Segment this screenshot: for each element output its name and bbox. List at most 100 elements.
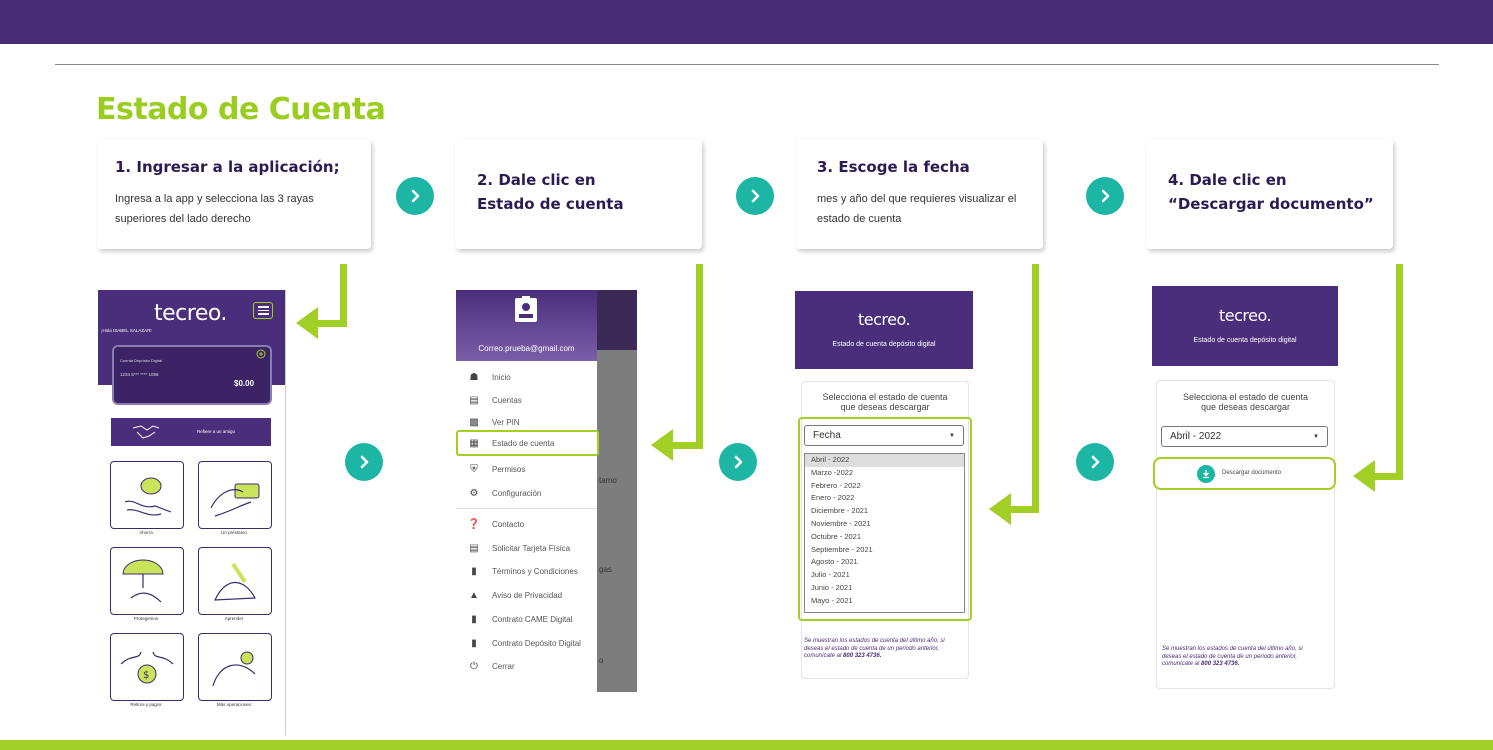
step-4-title: 4. Dale clic en “Descargar documento” (1168, 171, 1374, 213)
step-3-card: 3. Escoge la fecha mes y año del que req… (796, 139, 1043, 249)
zoom-icon (256, 349, 266, 359)
shield-icon: ⛨ (470, 463, 478, 475)
pointer-line (1396, 264, 1403, 480)
app-logo: tecreo. (1218, 306, 1272, 325)
menu-item-inicio[interactable]: ☗ Inicio (456, 366, 596, 388)
app-home-screen: tecreo. ¡Hola ISABEL SALAZAR! Cuenta Dep… (98, 290, 286, 735)
menu-divider (456, 508, 597, 509)
tile-withdraw[interactable]: $ (110, 633, 184, 701)
referral-label: Refiere a un amigo (197, 429, 236, 434)
clipboard-icon: ▮ (471, 565, 477, 577)
menu-item-solicitar-tarjeta[interactable]: ▤ Solicitar Tarjeta Física (456, 537, 596, 559)
menu-item-terminos[interactable]: ▮ Términos y Condiciones (456, 560, 596, 582)
page-title: Estado de Cuenta (96, 92, 386, 127)
svg-text:$: $ (143, 670, 149, 681)
account-card[interactable]: Cuenta Depósito Digital 1234 5*** **** 1… (112, 345, 272, 405)
menu-item-contrato-came[interactable]: ▮ Contrato CAME Digital (456, 608, 596, 630)
dimmed-content: tamo gas o (597, 290, 637, 692)
month-option[interactable]: Septiembre - 2021 (805, 544, 964, 557)
menu-item-aviso[interactable]: ▲ Aviso de Privacidad (456, 584, 596, 606)
dimmed-text: o (599, 656, 604, 665)
pointer-arrowhead-icon (651, 429, 673, 461)
power-icon: ⏻ (470, 660, 478, 672)
month-option[interactable]: Junio - 2021 (805, 582, 964, 595)
month-option[interactable]: Mayo - 2021 (805, 595, 964, 608)
download-label: Descargar documento (1222, 470, 1282, 476)
tile-label: Un préstamo (221, 530, 247, 535)
select-prompt: Selecciona el estado de cuenta que desea… (822, 392, 948, 412)
tile-loan[interactable] (198, 461, 272, 529)
select-prompt: Selecciona el estado de cuenta que desea… (1182, 392, 1309, 412)
pointer-line (1007, 506, 1039, 513)
tile-label: Aprender (224, 616, 244, 621)
tile-label: Protegemos (133, 616, 159, 621)
tile-label: Retiros y pagos (130, 702, 162, 707)
date-select[interactable]: Fecha ▼ (804, 425, 964, 446)
caret-down-icon: ▼ (1313, 433, 1319, 440)
pointer-arrowhead-icon (296, 307, 318, 339)
step-1-card: 1. Ingresar a la aplicación; Ingresa a l… (97, 139, 371, 249)
highlight-frame (456, 430, 599, 456)
month-option[interactable]: Julio - 2021 (805, 569, 964, 582)
divider (55, 64, 1439, 65)
handshake-icon (132, 425, 160, 439)
menu-button[interactable] (253, 302, 273, 319)
month-option[interactable]: Octubre - 2021 (805, 531, 964, 544)
statement-note: Se muestran los estados de cuenta del úl… (1162, 646, 1303, 667)
menu-item-permisos[interactable]: ⛨ Permisos (456, 458, 596, 480)
pointer-arrowhead-icon (989, 493, 1011, 525)
month-option[interactable]: Febrero - 2022 (805, 480, 964, 493)
pointer-line (670, 442, 703, 449)
statement-header-title: Estado de cuenta depósito digital (832, 341, 936, 348)
month-option[interactable]: Noviembre - 2021 (805, 518, 964, 531)
statement-select-screen: tecreo. Estado de cuenta depósito digita… (795, 291, 973, 681)
pointer-line (314, 320, 347, 327)
card-name: Cuenta Depósito Digital (120, 358, 163, 363)
next-arrow-icon (396, 177, 434, 215)
next-arrow-icon (719, 443, 757, 481)
step-3-desc: mes y año del que requieres visualizar e… (817, 193, 1017, 225)
statement-header: tecreo. Estado de cuenta depósito digita… (1152, 286, 1338, 366)
pointer-line (696, 264, 703, 449)
referral-button[interactable]: Refiere a un amigo (111, 418, 271, 446)
clipboard-icon: ▮ (471, 613, 477, 625)
menu-item-cerrar[interactable]: ⏻ Cerrar (456, 655, 596, 677)
app-logo: tecreo. (154, 301, 227, 326)
month-option[interactable]: Enero - 2022 (805, 492, 964, 505)
download-icon (1197, 465, 1215, 483)
piggy-bank-icon (124, 477, 172, 516)
next-arrow-icon (1076, 443, 1114, 481)
menu-item-configuracion[interactable]: ⚙ Configuración (456, 482, 596, 504)
tile-more[interactable] (198, 633, 272, 701)
month-option[interactable]: Diciembre - 2021 (805, 505, 964, 518)
tile-savings[interactable] (110, 461, 184, 529)
statement-download-screen: tecreo. Estado de cuenta depósito digita… (1152, 286, 1338, 690)
home-icon: ☗ (469, 371, 479, 383)
gear-hand-icon (212, 651, 256, 687)
pointer-line (1032, 264, 1039, 513)
month-dropdown: Abril - 2022 Marzo -2022 Febrero - 2022 … (804, 453, 965, 613)
bottom-banner (0, 740, 1493, 750)
umbrella-hand-icon (122, 559, 164, 603)
menu-header: Correo.prueba@gmail.com (456, 290, 597, 361)
side-menu-screen: tamo gas o Correo.prueba@gmail.com ☗ Inic… (456, 290, 637, 692)
download-button[interactable]: Descargar documento (1153, 457, 1336, 490)
menu-item-cuentas[interactable]: ▤ Cuentas (456, 389, 596, 411)
tile-learn[interactable] (198, 547, 272, 615)
step-3-title: 3. Escoge la fecha (817, 158, 970, 176)
menu-item-contacto[interactable]: ❓ Contacto (456, 513, 596, 535)
app-logo: tecreo. (857, 310, 911, 329)
month-option[interactable]: Abril - 2022 (805, 454, 964, 467)
statement-header-title: Estado de cuenta depósito digital (1193, 337, 1297, 344)
dimmed-text: tamo (599, 476, 617, 485)
menu-item-contrato-deposito[interactable]: ▮ Contrato Depósito Digital (456, 632, 596, 654)
month-option[interactable]: Marzo -2022 (805, 467, 964, 480)
tile-label: Ahorra (139, 530, 153, 535)
month-option[interactable]: Agosto - 2021 (805, 556, 964, 569)
step-2-card: 2. Dale clic en Estado de cuenta (455, 139, 702, 249)
help-icon: ❓ (467, 518, 481, 530)
step-1-desc: Ingresa a la app y selecciona las 3 raya… (115, 193, 314, 225)
date-select[interactable]: Abril - 2022 ▼ (1161, 426, 1328, 447)
user-email: Correo.prueba@gmail.com (478, 344, 575, 353)
tile-protect[interactable] (110, 547, 184, 615)
